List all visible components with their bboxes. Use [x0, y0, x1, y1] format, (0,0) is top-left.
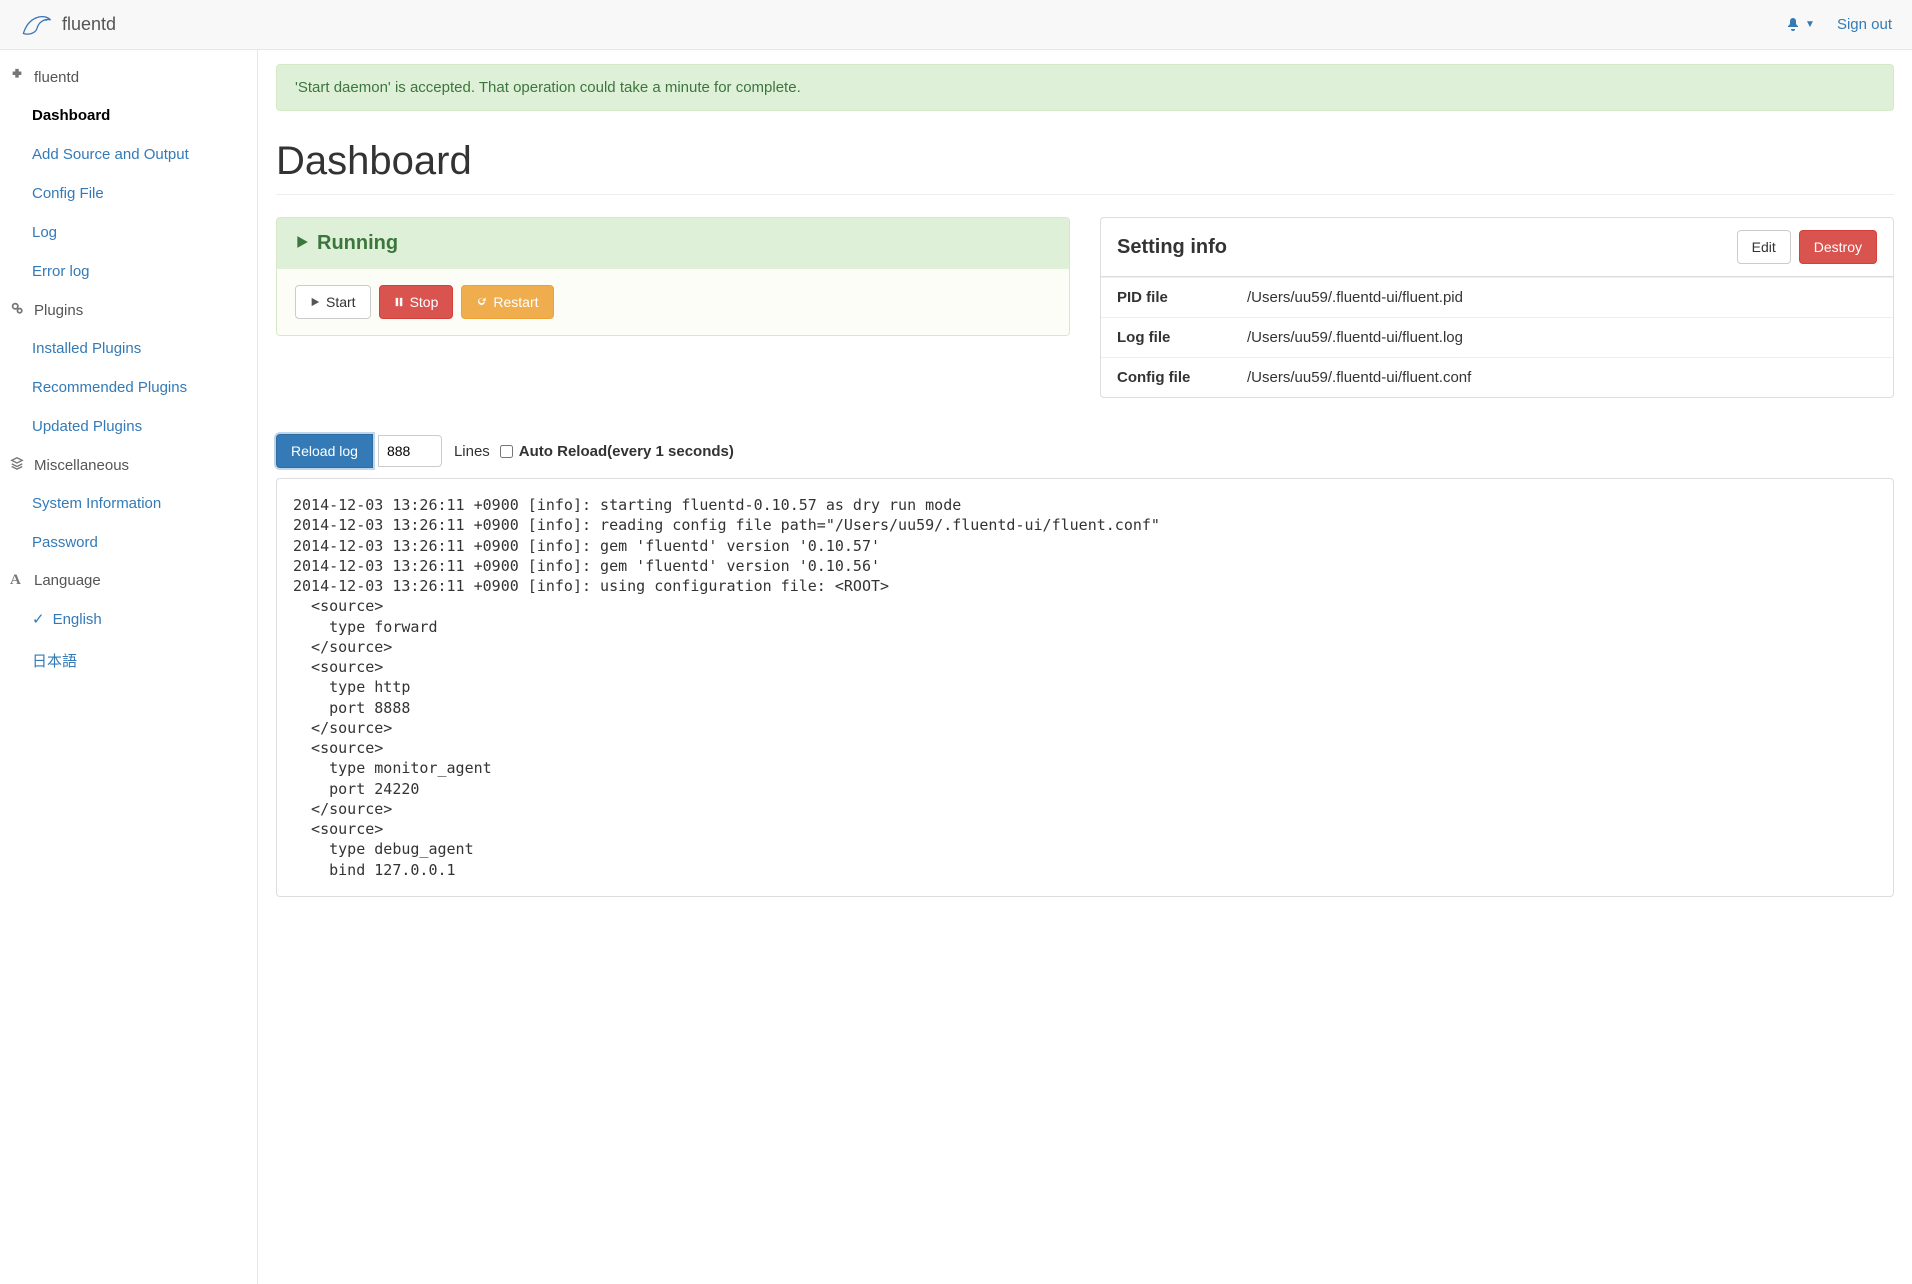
puzzle-icon — [10, 68, 26, 86]
sidebar-item-installed-plugins[interactable]: Installed Plugins — [0, 329, 257, 368]
fluentd-logo-icon — [20, 8, 54, 42]
sidebar-item-config-file[interactable]: Config File — [0, 174, 257, 213]
setting-panel: Setting info Edit Destroy PID file /User… — [1100, 217, 1894, 398]
sidebar-item-password[interactable]: Password — [0, 523, 257, 562]
setting-title: Setting info — [1117, 236, 1227, 259]
alert-success: 'Start daemon' is accepted. That operati… — [276, 64, 1894, 111]
edit-button[interactable]: Edit — [1737, 230, 1791, 264]
sidebar-item-dashboard[interactable]: Dashboard — [0, 96, 257, 135]
sidebar-item-add-source-output[interactable]: Add Source and Output — [0, 135, 257, 174]
sidebar-item-updated-plugins[interactable]: Updated Plugins — [0, 407, 257, 446]
start-button[interactable]: Start — [295, 285, 371, 319]
lines-label: Lines — [454, 443, 490, 460]
setting-key: PID file — [1101, 278, 1231, 318]
refresh-icon — [476, 294, 487, 310]
setting-header: Setting info Edit Destroy — [1101, 218, 1893, 277]
sidebar-section-misc: Miscellaneous — [0, 446, 257, 484]
reload-log-button[interactable]: Reload log — [276, 434, 373, 468]
sidebar-section-fluentd: fluentd — [0, 58, 257, 96]
section-label: Miscellaneous — [34, 457, 129, 474]
setting-value: /Users/uu59/.fluentd-ui/fluent.conf — [1231, 358, 1893, 398]
status-label: Running — [317, 232, 398, 255]
table-row: Log file /Users/uu59/.fluentd-ui/fluent.… — [1101, 318, 1893, 358]
layers-icon — [10, 456, 26, 474]
status-header: Running — [277, 218, 1069, 269]
gears-icon — [10, 301, 26, 319]
alert-text: 'Start daemon' is accepted. That operati… — [295, 79, 801, 96]
lines-input[interactable] — [378, 435, 442, 467]
sidebar-item-error-log[interactable]: Error log — [0, 252, 257, 291]
font-icon: A — [10, 572, 26, 589]
page-title: Dashboard — [276, 139, 1894, 184]
notifications-dropdown[interactable]: ▼ — [1785, 17, 1815, 33]
section-label: fluentd — [34, 69, 79, 86]
log-output[interactable]: 2014-12-03 13:26:11 +0900 [info]: starti… — [276, 478, 1894, 897]
sidebar-item-system-information[interactable]: System Information — [0, 484, 257, 523]
sidebar-section-plugins: Plugins — [0, 291, 257, 329]
topbar-right: ▼ Sign out — [1785, 16, 1892, 33]
auto-reload-label[interactable]: Auto Reload(every 1 seconds) — [500, 443, 734, 460]
setting-key: Config file — [1101, 358, 1231, 398]
brand-wrap[interactable]: fluentd — [20, 8, 116, 42]
table-row: Config file /Users/uu59/.fluentd-ui/flue… — [1101, 358, 1893, 398]
setting-key: Log file — [1101, 318, 1231, 358]
topbar: fluentd ▼ Sign out — [0, 0, 1912, 50]
destroy-button[interactable]: Destroy — [1799, 230, 1877, 264]
sidebar-item-recommended-plugins[interactable]: Recommended Plugins — [0, 368, 257, 407]
pause-icon — [394, 294, 404, 310]
play-icon — [310, 294, 320, 310]
section-label: Language — [34, 572, 101, 589]
divider — [276, 194, 1894, 195]
section-label: Plugins — [34, 302, 83, 319]
sidebar-section-language: A Language — [0, 562, 257, 599]
caret-down-icon: ▼ — [1805, 19, 1815, 30]
check-icon: ✓ — [32, 610, 45, 628]
signout-link[interactable]: Sign out — [1837, 16, 1892, 33]
sidebar-item-log[interactable]: Log — [0, 213, 257, 252]
auto-reload-checkbox[interactable] — [500, 445, 513, 458]
restart-button[interactable]: Restart — [461, 285, 553, 319]
play-icon — [295, 232, 309, 255]
setting-table: PID file /Users/uu59/.fluentd-ui/fluent.… — [1101, 277, 1893, 397]
main-content: 'Start daemon' is accepted. That operati… — [258, 50, 1912, 1284]
setting-value: /Users/uu59/.fluentd-ui/fluent.log — [1231, 318, 1893, 358]
bell-icon — [1785, 17, 1801, 33]
stop-button[interactable]: Stop — [379, 285, 454, 319]
brand-text: fluentd — [62, 14, 116, 35]
sidebar-item-english[interactable]: ✓ English — [0, 599, 257, 639]
status-body: Start Stop Restart — [277, 269, 1069, 335]
setting-value: /Users/uu59/.fluentd-ui/fluent.pid — [1231, 278, 1893, 318]
status-panel: Running Start Stop Restart — [276, 217, 1070, 336]
log-controls: Reload log Lines Auto Reload(every 1 sec… — [276, 434, 1894, 468]
table-row: PID file /Users/uu59/.fluentd-ui/fluent.… — [1101, 278, 1893, 318]
sidebar: fluentd Dashboard Add Source and Output … — [0, 50, 258, 1284]
sidebar-item-japanese[interactable]: 日本語 — [0, 639, 257, 682]
